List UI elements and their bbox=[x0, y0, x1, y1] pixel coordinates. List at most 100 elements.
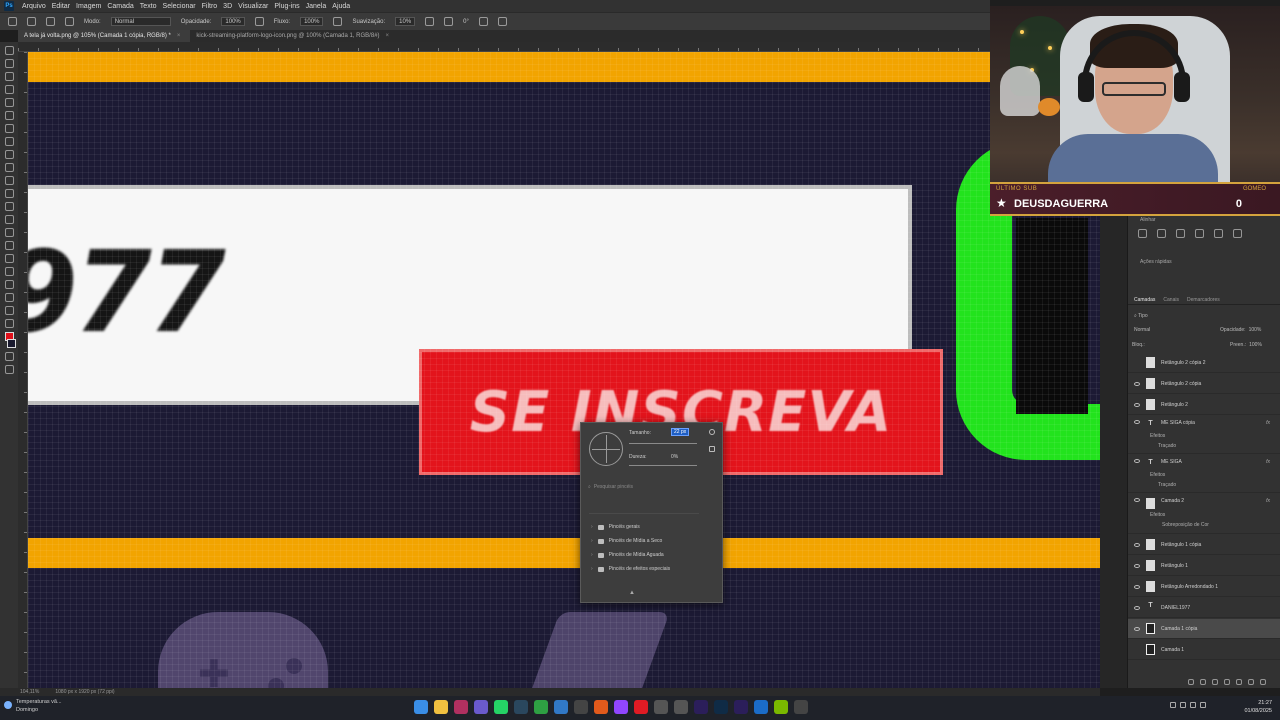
eye-icon[interactable] bbox=[1134, 563, 1140, 568]
add-style-icon[interactable] bbox=[1200, 679, 1206, 685]
layer-row[interactable]: Camada 2 fx Efeitos Sobreposição de Cor bbox=[1128, 494, 1280, 534]
zoom-tool-icon[interactable] bbox=[4, 306, 14, 315]
brush-hardness-slider[interactable] bbox=[629, 465, 697, 466]
smoothing-input[interactable]: 10% bbox=[395, 17, 416, 26]
tab-document-1[interactable]: A tela já volta.png @ 105% (Camada 1 cóp… bbox=[18, 30, 191, 42]
new-preset-icon[interactable] bbox=[709, 446, 715, 452]
layer-row[interactable]: Retângulo 2 bbox=[1128, 395, 1280, 415]
layer-row[interactable]: T DANIEL1977 bbox=[1128, 598, 1280, 618]
blur-tool-icon[interactable] bbox=[4, 215, 14, 224]
pen-tool-icon[interactable] bbox=[4, 241, 14, 250]
more-tools-icon[interactable] bbox=[4, 319, 14, 328]
layer-row[interactable]: T ME SIGA fx Efeitos Traçado bbox=[1128, 455, 1280, 493]
taskbar-clock[interactable]: 21:27 01/08/2025 bbox=[1244, 699, 1272, 715]
fx-icon[interactable]: fx bbox=[1266, 459, 1270, 465]
layer-row[interactable]: T ME SIGA cópia fx Efeitos Traçado bbox=[1128, 416, 1280, 454]
recent-brushes[interactable] bbox=[589, 496, 699, 514]
brush-tool-icon[interactable] bbox=[27, 17, 36, 26]
layer-name[interactable]: ME SIGA cópia bbox=[1161, 420, 1195, 426]
quick-actions-header[interactable]: Ações rápidas bbox=[1140, 259, 1172, 265]
layer-name[interactable]: Camada 2 bbox=[1161, 498, 1184, 504]
close-icon[interactable]: × bbox=[386, 33, 390, 39]
adjustment-layer-icon[interactable] bbox=[1224, 679, 1230, 685]
pressure-opacity-icon[interactable] bbox=[254, 17, 264, 26]
align-top-icon[interactable] bbox=[1195, 229, 1204, 238]
brush-folder[interactable]: › Pincéis de efeitos especiais bbox=[591, 563, 701, 575]
symmetry-icon[interactable] bbox=[497, 17, 507, 26]
quick-mask-icon[interactable] bbox=[4, 352, 14, 361]
new-group-icon[interactable] bbox=[1236, 679, 1242, 685]
brush-folder[interactable]: › Pincéis de Mídia a Seco bbox=[591, 535, 701, 547]
app-icon[interactable] bbox=[654, 700, 668, 714]
tab-layers[interactable]: Camadas bbox=[1134, 297, 1155, 303]
lasso-tool-icon[interactable] bbox=[4, 72, 14, 81]
media-encoder-icon[interactable] bbox=[734, 700, 748, 714]
crop-tool-icon[interactable] bbox=[4, 98, 14, 107]
align-center-icon[interactable] bbox=[1157, 229, 1166, 238]
layer-filter[interactable]: ⌕ Tipo bbox=[1134, 313, 1148, 319]
notification-icon[interactable] bbox=[1200, 702, 1206, 708]
file-explorer-icon[interactable] bbox=[434, 700, 448, 714]
menu-camada[interactable]: Camada bbox=[107, 3, 133, 10]
fill-input[interactable]: 100% bbox=[1249, 342, 1262, 348]
flow-input[interactable]: 100% bbox=[300, 17, 324, 26]
airbrush-icon[interactable] bbox=[333, 17, 343, 26]
layer-name[interactable]: Camada 1 bbox=[1161, 647, 1184, 653]
layer-row[interactable]: Retângulo 1 bbox=[1128, 556, 1280, 576]
rectangle-tool-icon[interactable] bbox=[4, 280, 14, 289]
healing-tool-icon[interactable] bbox=[4, 137, 14, 146]
menu-selecionar[interactable]: Selecionar bbox=[163, 3, 196, 10]
brush-tool-icon[interactable] bbox=[4, 150, 14, 159]
brush-search[interactable]: ⌕ Pesquisar pincéis bbox=[588, 483, 698, 491]
eyedropper-tool-icon[interactable] bbox=[4, 124, 14, 133]
document-canvas[interactable]: 977 SE INSCREVA ✚ bbox=[28, 52, 1100, 688]
tab-document-2[interactable]: kick-streaming-platform-logo-icon.png @ … bbox=[190, 30, 399, 42]
angle-value[interactable]: 0° bbox=[463, 19, 469, 25]
marquee-tool-icon[interactable] bbox=[4, 59, 14, 68]
layer-row-selected[interactable]: Camada 1 cópia bbox=[1128, 619, 1280, 639]
app-icon[interactable] bbox=[454, 700, 468, 714]
new-layer-icon[interactable] bbox=[1248, 679, 1254, 685]
steam-icon[interactable] bbox=[514, 700, 528, 714]
network-icon[interactable] bbox=[1180, 702, 1186, 708]
brush-settings-icon[interactable] bbox=[65, 17, 74, 26]
fx-icon[interactable]: fx bbox=[1266, 498, 1270, 504]
brush-folder[interactable]: › Pincéis gerais bbox=[591, 521, 701, 533]
app-icon[interactable] bbox=[754, 700, 768, 714]
effects-label[interactable]: Efeitos bbox=[1150, 472, 1165, 478]
layer-name[interactable]: Camada 1 cópia bbox=[1161, 626, 1197, 632]
close-icon[interactable]: × bbox=[177, 33, 181, 39]
menu-plugins[interactable]: Plug-ins bbox=[274, 3, 299, 10]
stroke-effect[interactable]: Traçado bbox=[1158, 482, 1176, 488]
align-right-icon[interactable] bbox=[1176, 229, 1185, 238]
angle-icon[interactable] bbox=[444, 17, 454, 26]
align-left-icon[interactable] bbox=[1138, 229, 1147, 238]
eraser-tool-icon[interactable] bbox=[4, 189, 14, 198]
app-icon[interactable] bbox=[574, 700, 588, 714]
chevron-up-icon[interactable] bbox=[1170, 702, 1176, 708]
menu-janela[interactable]: Janela bbox=[306, 3, 327, 10]
background-color-swatch[interactable] bbox=[7, 339, 16, 348]
home-icon[interactable] bbox=[8, 17, 17, 26]
blend-mode-select[interactable]: Normal bbox=[1134, 327, 1150, 333]
align-tab[interactable]: Alinhar bbox=[1140, 217, 1156, 223]
zoom-level[interactable]: 104,11% bbox=[20, 689, 39, 695]
move-tool-icon[interactable] bbox=[4, 46, 14, 55]
gear-icon[interactable] bbox=[709, 429, 715, 435]
layer-name[interactable]: Retângulo 2 cópia bbox=[1161, 381, 1201, 387]
premiere-icon[interactable] bbox=[694, 700, 708, 714]
eye-icon[interactable] bbox=[1134, 584, 1140, 589]
layer-name[interactable]: ME SIGA bbox=[1161, 459, 1182, 465]
weather-widget[interactable]: Temperaturas vã... Domingo bbox=[4, 698, 62, 714]
menu-ajuda[interactable]: Ajuda bbox=[332, 3, 350, 10]
opacity-input[interactable]: 100% bbox=[221, 17, 245, 26]
align-bottom-icon[interactable] bbox=[1233, 229, 1242, 238]
layer-row[interactable]: Retângulo 2 cópia bbox=[1128, 374, 1280, 394]
type-tool-icon[interactable] bbox=[4, 254, 14, 263]
photoshop-taskbar-icon[interactable] bbox=[714, 700, 728, 714]
eye-icon[interactable] bbox=[1134, 605, 1140, 610]
eye-icon[interactable] bbox=[1134, 420, 1140, 424]
layer-row[interactable]: Retângulo Arredondado 1 bbox=[1128, 577, 1280, 597]
menu-imagem[interactable]: Imagem bbox=[76, 3, 101, 10]
windows-start-icon[interactable] bbox=[414, 700, 428, 714]
